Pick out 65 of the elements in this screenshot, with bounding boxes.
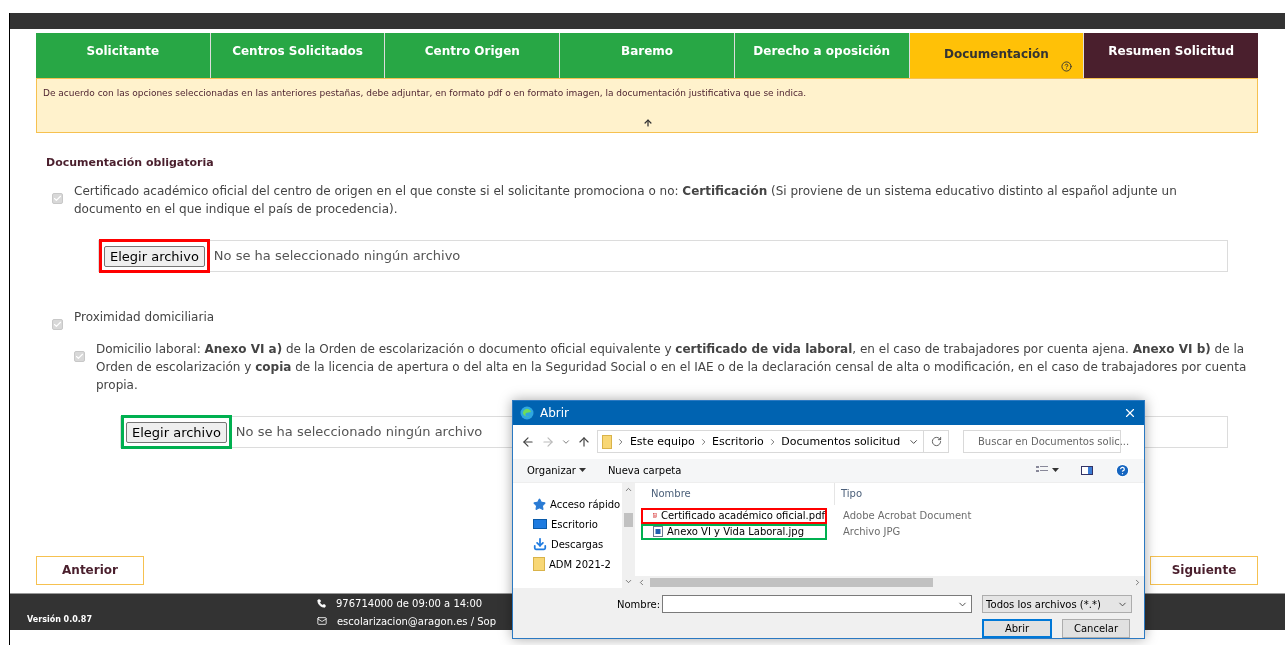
section-title: Documentación obligatoria <box>46 155 215 171</box>
collapse-arrow-icon[interactable] <box>643 117 653 128</box>
document-description: Proximidad domiciliaria <box>74 308 215 326</box>
phone-text: 976714000 de 09:00 a 14:00 <box>335 596 483 611</box>
refresh-icon[interactable] <box>930 436 942 448</box>
email-text: escolarizacion@aragon.es / Sop <box>336 614 497 629</box>
choose-file-button[interactable]: Elegir archivo <box>104 245 205 267</box>
step-tab[interactable]: Documentación <box>909 33 1084 78</box>
mail-icon <box>316 616 327 626</box>
file-row[interactable]: Certificado académico oficial.pdf Adobe Acrobat Document <box>635 507 1144 524</box>
desktop-icon <box>533 519 547 530</box>
scroll-right-icon[interactable] <box>1133 577 1142 587</box>
file-name: Anexo VI y Vida Laboral.jpg <box>667 525 805 540</box>
next-button[interactable]: Siguiente <box>1150 555 1258 585</box>
phone-icon <box>316 598 326 608</box>
file-row[interactable]: Anexo VI y Vida Laboral.jpg Archivo JPG <box>635 523 1144 540</box>
dialog-title: Abrir <box>540 404 570 422</box>
scroll-down-icon[interactable] <box>624 577 633 586</box>
star-icon <box>533 497 546 511</box>
document-description: Domicilio laboral: Anexo VI a) de la Orden de escolarización o documento oficial equivalente y certificado de vida laboral, en el caso de trabajadores por cuenta ajena. Anexo VI b) de la Orden de escolarización y copia de la licencia de apertura o del alta en la Seguridad Social o en el IAE o de la declaración censal de alta o modificación, en el caso de trabajadores por cuenta propia. <box>96 340 1248 394</box>
address-bar[interactable]: Este equipo Escritorio Documentos solicitud <box>597 430 949 454</box>
scroll-left-icon[interactable] <box>637 577 646 587</box>
breadcrumb[interactable]: Documentos solicitud <box>781 433 901 451</box>
step-tab[interactable]: Resumen Solicitud <box>1084 33 1259 78</box>
folder-icon <box>602 434 613 449</box>
file-type: Adobe Acrobat Document <box>843 509 972 524</box>
file-status: No se ha seleccionado ningún archivo <box>213 246 461 265</box>
file-status: No se ha seleccionado ningún archivo <box>235 422 483 441</box>
help-icon[interactable] <box>1061 61 1073 72</box>
organize-menu[interactable]: Organizar <box>527 462 586 478</box>
browser-icon <box>520 405 534 420</box>
previous-button[interactable]: Anterior <box>36 555 144 585</box>
navigation-item[interactable]: Escritorio <box>533 516 622 532</box>
document-description: Certificado académico oficial del centro de origen en el que conste si el solicitante promociona o no: Certificación (Si proviene de un sistema educativo distinto al español adjunte un documento en el que indique el país de procedencia). <box>74 182 1178 218</box>
open-button[interactable]: Abrir <box>982 619 1052 638</box>
search-placeholder: Buscar en Documentos solic... <box>978 435 1130 450</box>
caret-icon <box>578 468 586 473</box>
checkbox[interactable] <box>74 350 85 362</box>
image-file-icon <box>653 526 663 538</box>
back-icon[interactable] <box>521 434 535 449</box>
forward-icon[interactable] <box>541 434 555 449</box>
preview-pane-icon[interactable] <box>1081 465 1093 475</box>
choose-file-button[interactable]: Elegir archivo <box>126 421 227 443</box>
file-type: Archivo JPG <box>843 525 901 540</box>
checkbox[interactable] <box>52 192 63 204</box>
cancel-button[interactable]: Cancelar <box>1062 619 1130 638</box>
checkbox[interactable] <box>52 318 63 330</box>
version-label: Versión 0.0.87 <box>27 614 92 626</box>
file-type-filter[interactable]: Todos los archivos (*.*) <box>982 595 1133 613</box>
column-header[interactable]: Nombre <box>635 482 835 505</box>
navigation-item[interactable]: ADM 2021-2 <box>533 556 622 572</box>
navigation-item[interactable]: Descargas <box>533 536 622 552</box>
column-header[interactable]: Tipo <box>835 486 863 502</box>
folder-icon <box>533 557 545 572</box>
new-folder-button[interactable]: Nueva carpeta <box>607 462 682 478</box>
download-icon <box>533 537 547 552</box>
file-name: Certificado académico oficial.pdf <box>660 509 825 524</box>
breadcrumb[interactable]: Escritorio <box>712 433 764 451</box>
navigation-item[interactable]: Acceso rápido <box>533 496 622 512</box>
breadcrumb[interactable]: Este equipo <box>629 433 695 451</box>
file-upload-field[interactable]: Elegir archivo No se ha seleccionado ningún archivo <box>98 239 1228 272</box>
filename-label: Nombre: <box>617 597 661 612</box>
notice-text: De acuerdo con las opciones seleccionadas en las anteriores pestañas, debe adjuntar, en formato pdf o en formato imagen, la documentación justificativa que se indica. <box>43 87 808 100</box>
scrollbar[interactable] <box>622 482 635 588</box>
up-icon[interactable] <box>577 434 591 449</box>
